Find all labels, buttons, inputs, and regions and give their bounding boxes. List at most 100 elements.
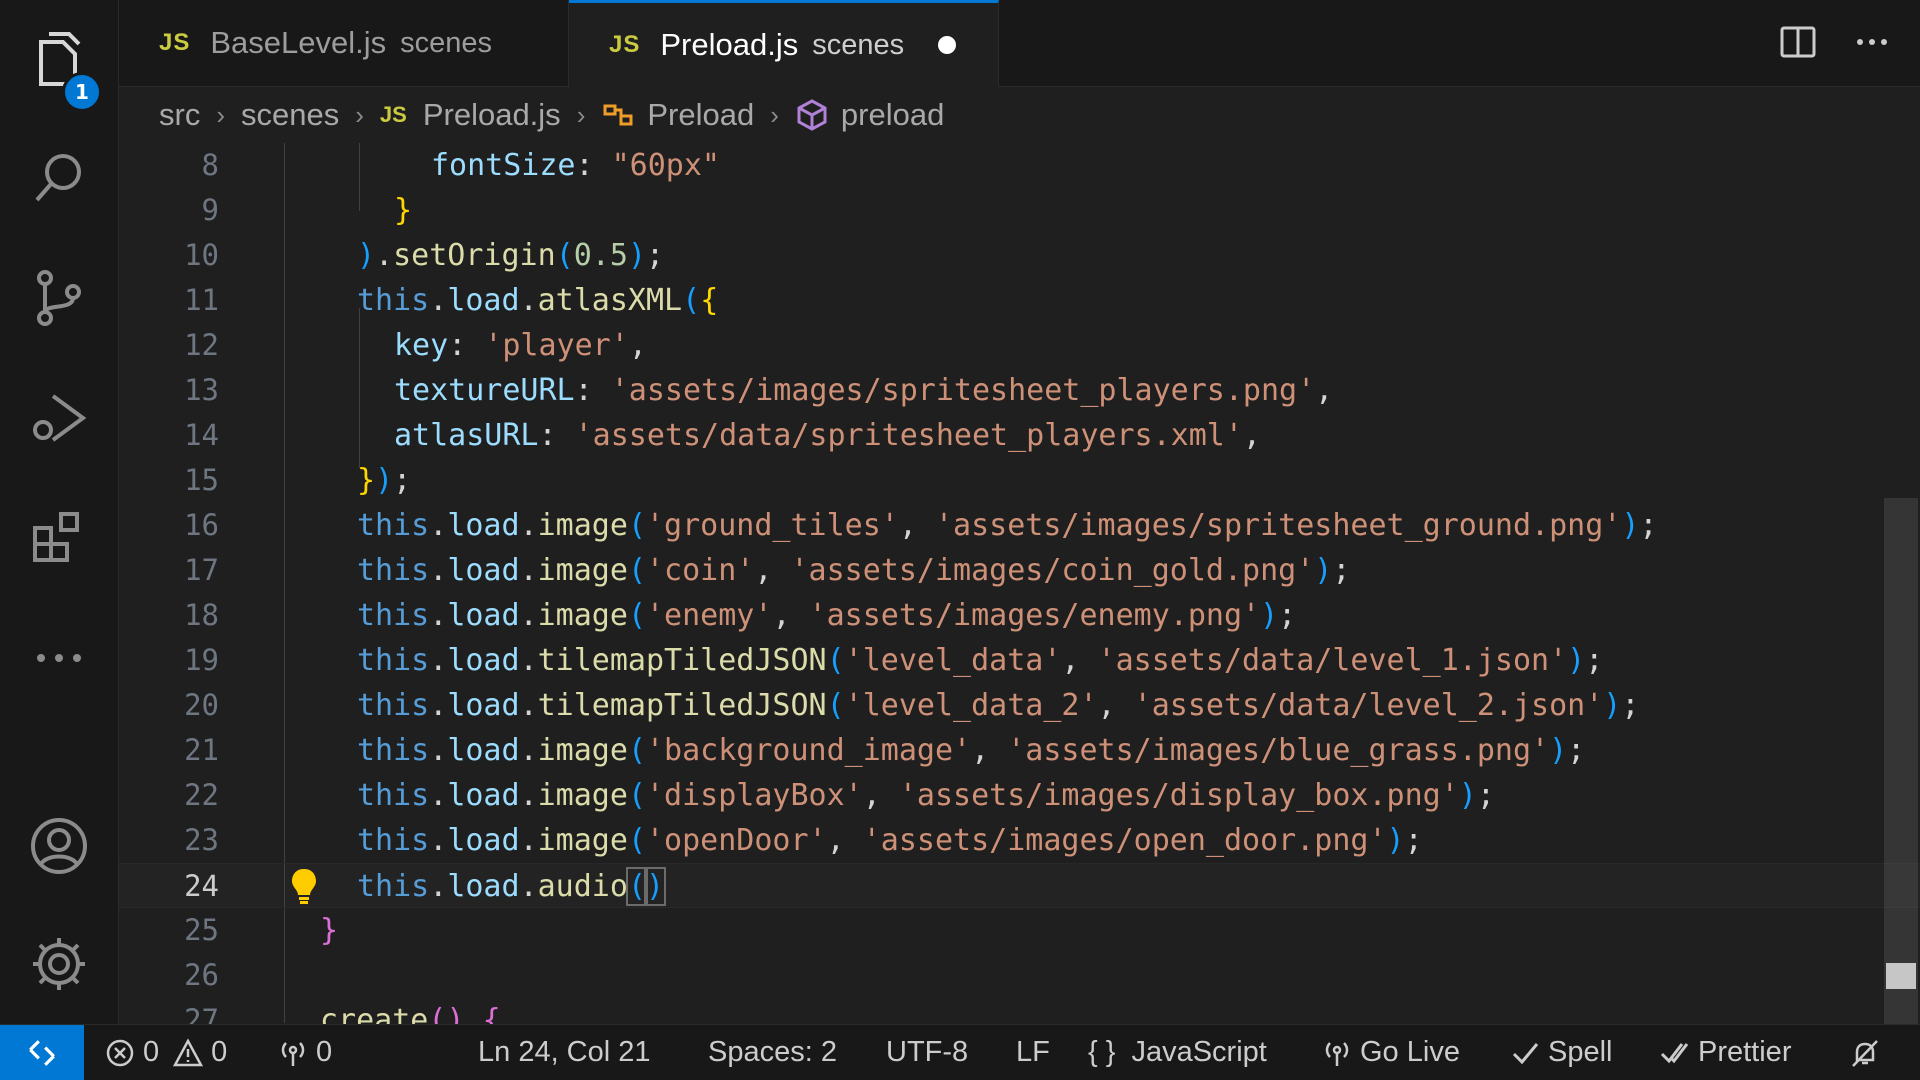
code-line: 23 this.load.image('openDoor', 'assets/i… — [119, 818, 1920, 863]
ports-indicator[interactable]: 0 — [278, 1025, 332, 1080]
line-number: 18 — [184, 598, 219, 632]
remote-icon — [29, 1039, 55, 1066]
chevron-right-icon: › — [770, 99, 779, 130]
class-symbol-icon — [603, 104, 633, 126]
source-control-icon — [37, 270, 81, 326]
prettier-button[interactable]: Prettier — [1660, 1025, 1791, 1080]
notifications-button[interactable] — [1850, 1025, 1888, 1080]
encoding[interactable]: UTF-8 — [886, 1025, 968, 1080]
line-number: 23 — [184, 823, 219, 857]
gear-icon — [33, 938, 85, 990]
line-number: 14 — [184, 418, 219, 452]
language-label: JavaScript — [1131, 1036, 1267, 1068]
code-line: 11 this.load.atlasXML({ — [119, 278, 1920, 323]
tab-description: scenes — [812, 28, 905, 61]
run-debug-icon — [33, 394, 87, 442]
extensions-button[interactable] — [0, 488, 118, 588]
status-bar: 0 0 0 Ln 24, Col 21 Spaces: 2 UTF-8 LF {… — [0, 1024, 1920, 1080]
tab-label: BaseLevel.js — [210, 25, 387, 60]
split-editor-icon[interactable] — [1778, 22, 1818, 62]
tab-baselevel[interactable]: JS BaseLevel.js scenes — [119, 0, 569, 86]
explorer-button[interactable]: 1 — [0, 10, 118, 112]
code-line: 14 atlasURL: 'assets/data/spritesheet_pl… — [119, 413, 1920, 458]
manage-button[interactable] — [0, 914, 118, 1014]
code-line: 18 this.load.image('enemy', 'assets/imag… — [119, 593, 1920, 638]
js-file-icon: JS — [379, 102, 407, 127]
check-icon — [1512, 1042, 1539, 1064]
explorer-badge: 1 — [62, 72, 102, 112]
breadcrumb-file-label: Preload.js — [422, 97, 561, 132]
accounts-button[interactable] — [0, 796, 118, 896]
chevron-right-icon: › — [576, 99, 586, 130]
line-number: 24 — [184, 869, 219, 903]
indentation[interactable]: Spaces: 2 — [708, 1025, 837, 1080]
code-line: 17 this.load.image('coin', 'assets/image… — [119, 548, 1920, 593]
end-of-line[interactable]: LF — [1016, 1025, 1050, 1080]
line-number: 12 — [184, 328, 219, 362]
cursor-position[interactable]: Ln 24, Col 21 — [478, 1025, 651, 1080]
line-number: 20 — [184, 688, 219, 722]
source-control-button[interactable] — [0, 248, 118, 348]
code-line: 25 } — [119, 908, 1920, 953]
unsaved-dot-icon[interactable] — [938, 36, 957, 54]
breadcrumb-method[interactable]: preload — [795, 97, 944, 133]
activity-bar: 1 — [0, 0, 119, 1025]
prettier-label: Prettier — [1698, 1036, 1792, 1068]
chevron-right-icon: › — [355, 99, 364, 130]
breadcrumb-file[interactable]: JS Preload.js — [380, 97, 561, 133]
spell-label: Spell — [1548, 1036, 1613, 1068]
code-line: 27 create() { — [119, 998, 1920, 1025]
js-file-icon: JS — [609, 31, 641, 58]
error-count: 0 — [143, 1036, 160, 1068]
problems-indicator[interactable]: 0 0 — [105, 1025, 227, 1080]
code-line: 9 } — [119, 188, 1920, 233]
tab-preload[interactable]: JS Preload.js scenes — [569, 0, 999, 87]
error-icon — [106, 1039, 134, 1066]
line-number: 19 — [184, 643, 219, 677]
chevron-right-icon: › — [216, 99, 225, 130]
line-number: 8 — [201, 148, 219, 182]
breadcrumb-class[interactable]: Preload — [601, 97, 754, 133]
braces-icon: { } — [1088, 1036, 1116, 1068]
breadcrumb-scenes[interactable]: scenes — [241, 97, 339, 133]
spell-button[interactable]: Spell — [1510, 1025, 1613, 1080]
tab-description: scenes — [400, 26, 493, 59]
breadcrumb-class-label: Preload — [647, 97, 755, 132]
go-live-button[interactable]: Go Live — [1322, 1025, 1460, 1080]
line-number: 25 — [184, 913, 219, 947]
code-line: 10 ).setOrigin(0.5); — [119, 233, 1920, 278]
breadcrumb-method-label: preload — [840, 97, 945, 132]
line-number: 22 — [184, 778, 219, 812]
ports-count: 0 — [316, 1036, 333, 1068]
extensions-icon — [33, 512, 79, 562]
remote-button[interactable] — [0, 1025, 84, 1080]
code-line: 16 this.load.image('ground_tiles', 'asse… — [119, 503, 1920, 548]
lightbulb-icon[interactable] — [289, 866, 319, 906]
more-actions-icon[interactable] — [1852, 22, 1892, 62]
line-number: 9 — [201, 193, 219, 227]
warning-count: 0 — [211, 1036, 228, 1068]
code-line: 22 this.load.image('displayBox', 'assets… — [119, 773, 1920, 818]
search-button[interactable] — [0, 128, 118, 228]
line-number: 26 — [184, 958, 219, 992]
breadcrumb: src › scenes › JS Preload.js › Preload ›… — [119, 87, 1920, 143]
code-line: 13 textureURL: 'assets/images/spriteshee… — [119, 368, 1920, 413]
ellipsis-icon — [37, 654, 81, 662]
line-number: 21 — [184, 733, 219, 767]
breadcrumb-src[interactable]: src — [159, 97, 200, 133]
code-line: 21 this.load.image('background_image', '… — [119, 728, 1920, 773]
language-mode[interactable]: { } JavaScript — [1088, 1025, 1267, 1080]
more-views-button[interactable] — [0, 608, 118, 708]
run-debug-button[interactable] — [0, 368, 118, 468]
editor-scrollbar[interactable] — [1884, 143, 1920, 1078]
line-number: 13 — [184, 373, 219, 407]
code-line: 26 — [119, 953, 1920, 998]
scrollbar-thumb[interactable] — [1884, 498, 1918, 1078]
line-number: 15 — [184, 463, 219, 497]
broadcast-icon — [1325, 1041, 1349, 1066]
code-editor[interactable]: 8 fontSize: "60px" 9 } 10 ).setOrigin(0.… — [119, 143, 1920, 1025]
code-line: 12 key: 'player', — [119, 323, 1920, 368]
line-number: 27 — [184, 1003, 219, 1025]
line-number: 10 — [184, 238, 219, 272]
warning-icon — [173, 1037, 204, 1066]
